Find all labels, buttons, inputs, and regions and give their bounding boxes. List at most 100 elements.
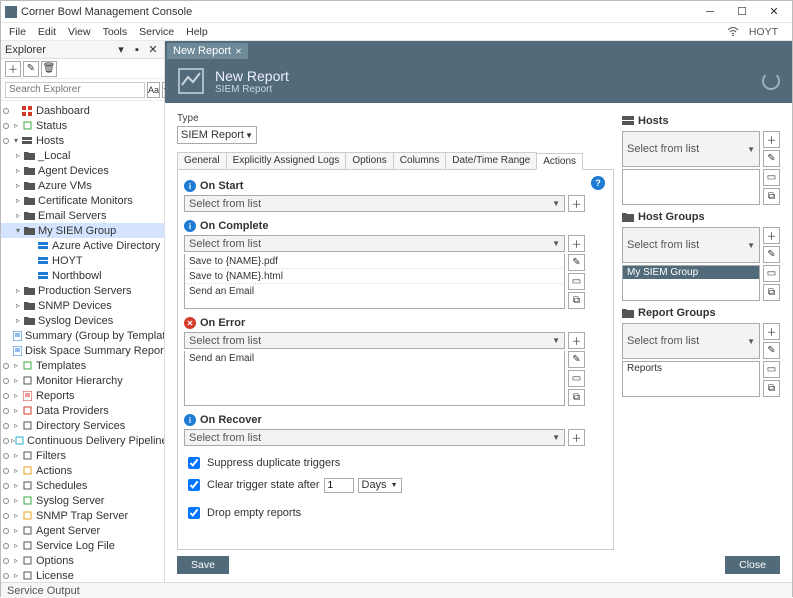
tree-toggle-icon[interactable]: ▹ [11, 526, 21, 535]
on-error-add-button[interactable]: ＋ [568, 332, 585, 349]
tree-item[interactable]: ▹Production Servers [1, 283, 164, 298]
hosts-remove-button[interactable]: ▭ [763, 169, 780, 186]
host-groups-copy-button[interactable]: ⧉ [763, 284, 780, 301]
tree-item[interactable]: ▹Filters [1, 448, 164, 463]
tree-item[interactable]: Disk Space Summary Report [1, 343, 164, 358]
host-groups-select[interactable]: Select from list▼ [622, 227, 760, 263]
tree-item[interactable]: ▹Agent Devices [1, 163, 164, 178]
search-input[interactable] [5, 82, 145, 98]
tree-item[interactable]: ▹Actions [1, 463, 164, 478]
clear-value-input[interactable] [324, 478, 354, 493]
close-window-button[interactable]: ✕ [760, 3, 788, 21]
menu-tools[interactable]: Tools [97, 24, 134, 40]
report-groups-copy-button[interactable]: ⧉ [763, 380, 780, 397]
edit-button[interactable]: ✎ [23, 61, 39, 77]
help-icon[interactable]: ? [591, 176, 605, 190]
report-groups-select[interactable]: Select from list▼ [622, 323, 760, 359]
subtab-general[interactable]: General [177, 152, 227, 169]
delete-button[interactable]: 🗑 [41, 61, 57, 77]
tree-item[interactable]: ▹Status [1, 118, 164, 133]
on-error-copy-button[interactable]: ⧉ [568, 389, 585, 406]
tree-item[interactable]: ▹Templates [1, 358, 164, 373]
report-groups-edit-button[interactable]: ✎ [763, 342, 780, 359]
minimize-button[interactable]: ─ [696, 3, 724, 21]
on-complete-edit-button[interactable]: ✎ [568, 254, 585, 271]
tree-toggle-icon[interactable]: ▹ [13, 286, 23, 295]
on-error-remove-button[interactable]: ▭ [568, 370, 585, 387]
tree-toggle-icon[interactable]: ▹ [13, 316, 23, 325]
host-groups-item[interactable]: My SIEM Group [623, 266, 759, 279]
tree-item[interactable]: ▹Directory Services [1, 418, 164, 433]
on-complete-select[interactable]: Select from list▼ [184, 235, 565, 252]
tree-toggle-icon[interactable]: ▹ [11, 496, 21, 505]
sidebar-close-icon[interactable]: ▪ [130, 43, 144, 57]
on-start-add-button[interactable]: ＋ [568, 195, 585, 212]
content-tab-new-report[interactable]: New Report ✕ [167, 43, 248, 59]
subtab-explicitly-assigned-logs[interactable]: Explicitly Assigned Logs [226, 152, 347, 169]
on-recover-add-button[interactable]: ＋ [568, 429, 585, 446]
tree-toggle-icon[interactable]: ▹ [13, 181, 23, 190]
maximize-button[interactable]: ☐ [728, 3, 756, 21]
on-complete-add-button[interactable]: ＋ [568, 235, 585, 252]
tree-toggle-icon[interactable]: ▹ [11, 361, 21, 370]
tree-item[interactable]: ▹Data Providers [1, 403, 164, 418]
hosts-select[interactable]: Select from list▼ [622, 131, 760, 167]
report-groups-remove-button[interactable]: ▭ [763, 361, 780, 378]
hosts-copy-button[interactable]: ⧉ [763, 188, 780, 205]
menu-service[interactable]: Service [133, 24, 180, 40]
tree-item[interactable]: ▾Hosts [1, 133, 164, 148]
tree-item[interactable]: ▹Azure VMs [1, 178, 164, 193]
tree-item[interactable]: ▹Agent Server [1, 523, 164, 538]
tree-item[interactable]: Northbowl [1, 268, 164, 283]
report-groups-add-button[interactable]: ＋ [763, 323, 780, 340]
tree-toggle-icon[interactable]: ▹ [11, 391, 21, 400]
tree-toggle-icon[interactable]: ▹ [13, 166, 23, 175]
tree-item[interactable]: ▹SNMP Devices [1, 298, 164, 313]
tree-toggle-icon[interactable]: ▹ [13, 151, 23, 160]
explorer-tree[interactable]: Dashboard▹Status▾Hosts▹_Local▹Agent Devi… [1, 101, 164, 582]
clear-checkbox[interactable] [188, 479, 200, 491]
tree-toggle-icon[interactable]: ▹ [11, 556, 21, 565]
on-start-select[interactable]: Select from list▼ [184, 195, 565, 212]
sidebar-x-icon[interactable]: ✕ [146, 43, 160, 57]
tree-toggle-icon[interactable]: ▹ [11, 406, 21, 415]
list-item[interactable]: Save to {NAME}.html [185, 269, 564, 284]
on-complete-copy-button[interactable]: ⧉ [568, 292, 585, 309]
close-button[interactable]: Close [725, 556, 780, 574]
add-button[interactable]: ＋ [5, 61, 21, 77]
menu-file[interactable]: File [3, 24, 32, 40]
host-groups-remove-button[interactable]: ▭ [763, 265, 780, 282]
tree-toggle-icon[interactable]: ▾ [11, 136, 21, 145]
tree-toggle-icon[interactable]: ▹ [13, 301, 23, 310]
tree-item[interactable]: ▹Options [1, 553, 164, 568]
host-groups-edit-button[interactable]: ✎ [763, 246, 780, 263]
tree-item[interactable]: ▹Monitor Hierarchy [1, 373, 164, 388]
tree-toggle-icon[interactable]: ▹ [11, 451, 21, 460]
tree-item[interactable]: ▹Reports [1, 388, 164, 403]
subtab-columns[interactable]: Columns [393, 152, 446, 169]
subtab-date-time-range[interactable]: Date/Time Range [445, 152, 537, 169]
tree-toggle-icon[interactable]: ▾ [13, 226, 23, 235]
tree-toggle-icon[interactable]: ▹ [11, 466, 21, 475]
tree-toggle-icon[interactable]: ▹ [13, 211, 23, 220]
on-recover-select[interactable]: Select from list▼ [184, 429, 565, 446]
tree-item[interactable]: ▾My SIEM Group [1, 223, 164, 238]
on-error-edit-button[interactable]: ✎ [568, 351, 585, 368]
tree-item[interactable]: ▹Email Servers [1, 208, 164, 223]
tree-toggle-icon[interactable]: ▹ [11, 481, 21, 490]
tree-item[interactable]: ▹Certificate Monitors [1, 193, 164, 208]
content-tab-close-icon[interactable]: ✕ [235, 47, 242, 56]
menu-view[interactable]: View [62, 24, 97, 40]
tree-item[interactable]: ▹Schedules [1, 478, 164, 493]
tree-toggle-icon[interactable]: ▹ [11, 121, 21, 130]
tree-item[interactable]: Summary (Group by Template) [1, 328, 164, 343]
tree-item[interactable]: HOYT [1, 253, 164, 268]
search-case-button[interactable]: Aa [147, 82, 160, 98]
tree-item[interactable]: ▹SNMP Trap Server [1, 508, 164, 523]
list-item[interactable]: Send an Email [185, 351, 564, 366]
menu-edit[interactable]: Edit [32, 24, 62, 40]
tree-toggle-icon[interactable]: ▹ [11, 571, 21, 580]
tree-toggle-icon[interactable]: ▹ [11, 376, 21, 385]
clear-unit-dropdown[interactable]: Days▼ [358, 478, 402, 493]
tree-item[interactable]: ▹Syslog Server [1, 493, 164, 508]
